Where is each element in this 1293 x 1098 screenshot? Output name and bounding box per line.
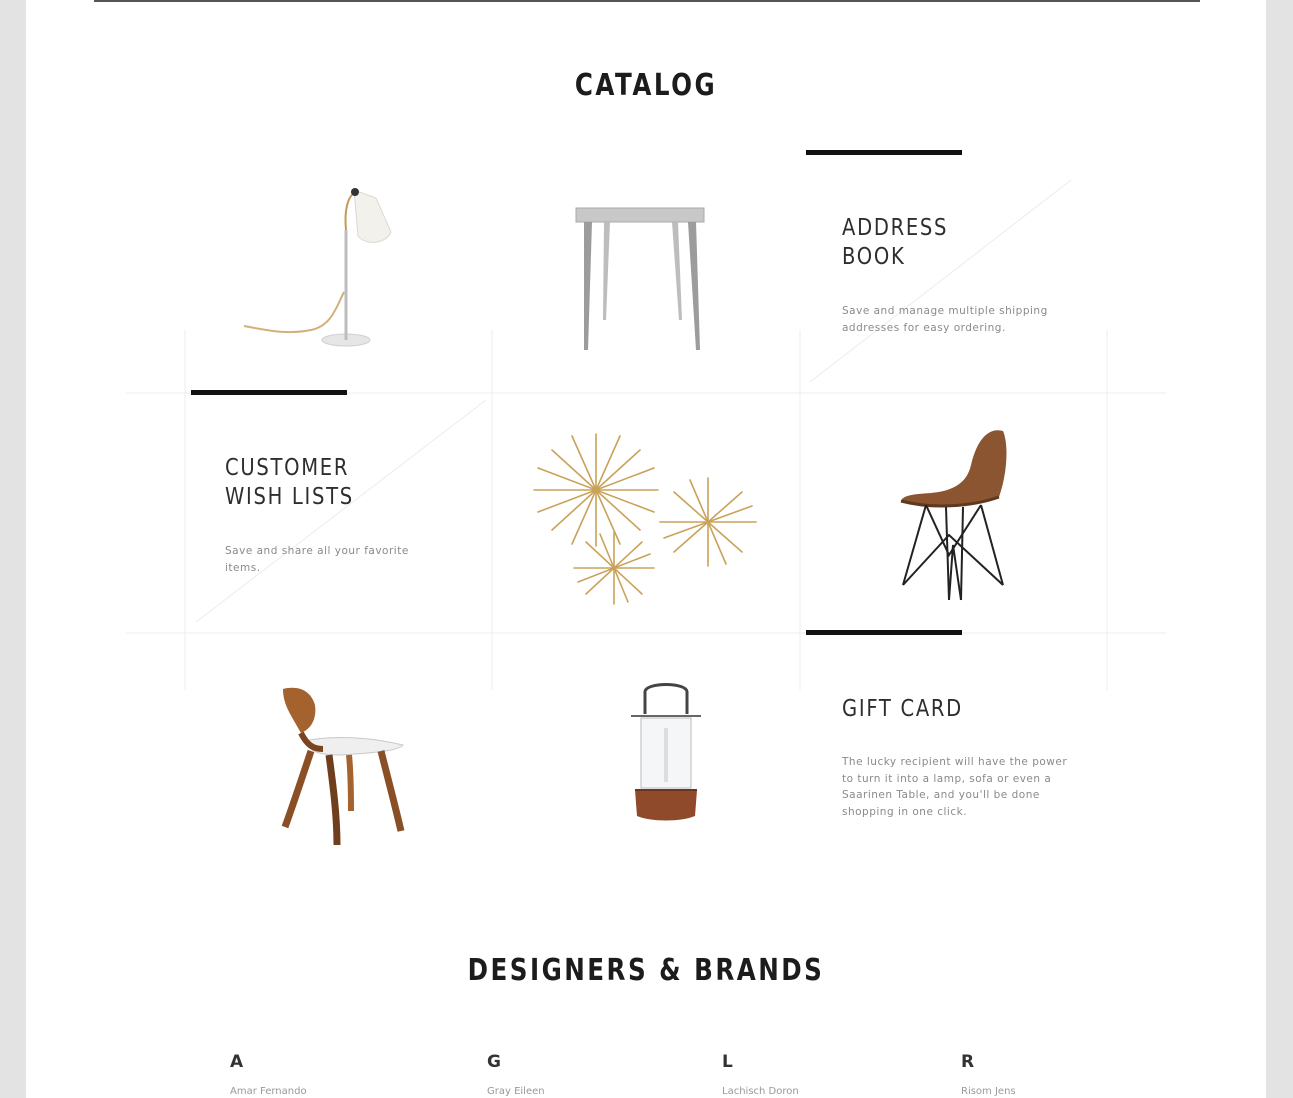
lamp-icon	[243, 188, 392, 347]
address-book-description: Save and manage multiple shipping addres…	[842, 305, 1048, 334]
designers-brands-title: DESIGNERS & BRANDS	[467, 953, 825, 988]
product-tile-wood-chair[interactable]	[271, 685, 421, 855]
product-tile-lamp[interactable]	[226, 180, 406, 355]
table-icon	[575, 207, 705, 350]
gift-card-title: GIFT CARD	[842, 696, 963, 722]
lantern-icon	[631, 683, 701, 821]
brand-letter-l: L	[722, 1052, 733, 1072]
page: CATALOG ADDRESS BOOK Save and manage mul…	[26, 0, 1266, 1098]
product-tile-molded-chair[interactable]	[891, 425, 1021, 605]
gift-card-description: The lucky recipient will have the power …	[842, 756, 1068, 818]
product-tile-table[interactable]	[566, 200, 716, 355]
brand-letter-g: G	[487, 1052, 501, 1072]
product-tile-star-ornaments[interactable]	[526, 430, 766, 610]
brand-letter-a: A	[230, 1052, 244, 1072]
brand-link[interactable]: Risom Jens	[961, 1086, 1016, 1097]
address-book-title: ADDRESS BOOK	[842, 215, 949, 270]
wood-chair-icon	[281, 687, 405, 846]
molded-chair-icon	[900, 430, 1007, 601]
gift-card-accent-bar	[806, 630, 962, 635]
brand-link[interactable]: Amar Fernando	[230, 1086, 307, 1097]
address-book-accent-bar	[806, 150, 962, 155]
brand-link[interactable]: Gray Eileen	[487, 1086, 545, 1097]
product-tile-lantern[interactable]	[621, 678, 711, 828]
wish-lists-accent-bar	[191, 390, 347, 395]
wish-lists-description: Save and share all your favorite items.	[225, 545, 409, 574]
brand-letter-r: R	[961, 1052, 975, 1072]
star-ornaments-icon	[533, 433, 757, 605]
brand-link[interactable]: Lachisch Doron	[722, 1086, 799, 1097]
wish-lists-title: CUSTOMER WISH LISTS	[225, 455, 354, 510]
